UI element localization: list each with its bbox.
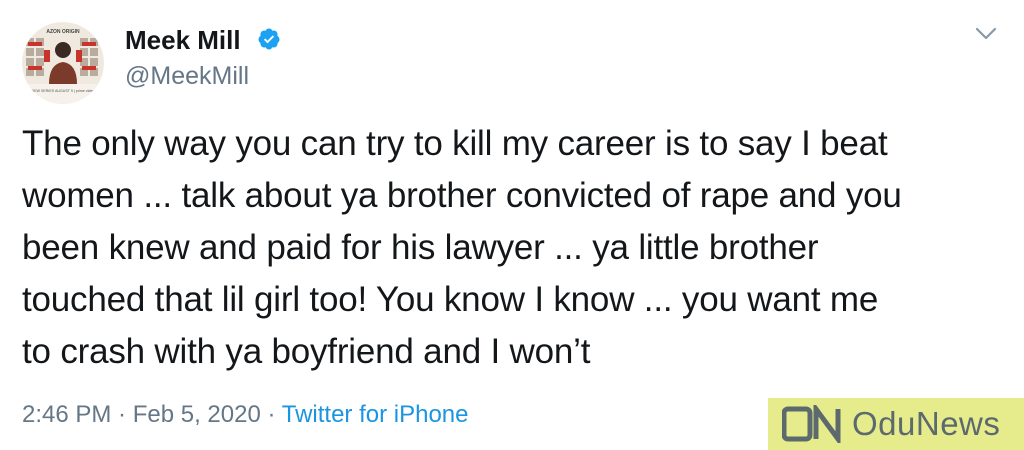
tweet-date[interactable]: Feb 5, 2020 xyxy=(133,401,261,428)
user-handle[interactable]: @MeekMill xyxy=(125,60,249,92)
verified-badge-icon xyxy=(258,28,280,50)
odunews-logo-icon xyxy=(782,405,841,443)
tweet-text-line: touched that lil girl too! You know I kn… xyxy=(22,280,879,319)
meta-separator: · xyxy=(260,401,282,428)
display-name[interactable]: Meek Mill xyxy=(125,24,241,56)
chevron-down-icon[interactable] xyxy=(975,26,997,42)
meta-separator: · xyxy=(111,401,133,428)
tweet-card: AZON ORIGIN NEW SERIES AUGUST 9 | prime … xyxy=(0,0,1024,450)
tweet-meta: 2:46 PM · Feb 5, 2020 · Twitter for iPho… xyxy=(22,400,468,430)
tweet-source-link[interactable]: Twitter for iPhone xyxy=(282,401,469,428)
watermark-text: OduNews xyxy=(852,405,1001,442)
tweet-text-line: been knew and paid for his lawyer ... ya… xyxy=(22,228,819,267)
tweet-time[interactable]: 2:46 PM xyxy=(22,401,111,428)
avatar-poster-image: AZON ORIGIN NEW SERIES AUGUST 9 | prime … xyxy=(22,22,104,104)
avatar-bottom-text: NEW SERIES AUGUST 9 | prime video xyxy=(32,89,95,93)
avatar-top-text: AZON ORIGIN xyxy=(46,29,80,35)
avatar[interactable]: AZON ORIGIN NEW SERIES AUGUST 9 | prime … xyxy=(22,22,104,104)
tweet-text-line: to crash with ya boyfriend and I won’t xyxy=(22,332,591,371)
tweet-text-line: The only way you can try to kill my care… xyxy=(22,124,888,163)
tweet-text: The only way you can try to kill my care… xyxy=(22,118,1007,378)
watermark: OduNews xyxy=(768,398,1024,450)
tweet-text-line: women ... talk about ya brother convicte… xyxy=(22,176,902,215)
